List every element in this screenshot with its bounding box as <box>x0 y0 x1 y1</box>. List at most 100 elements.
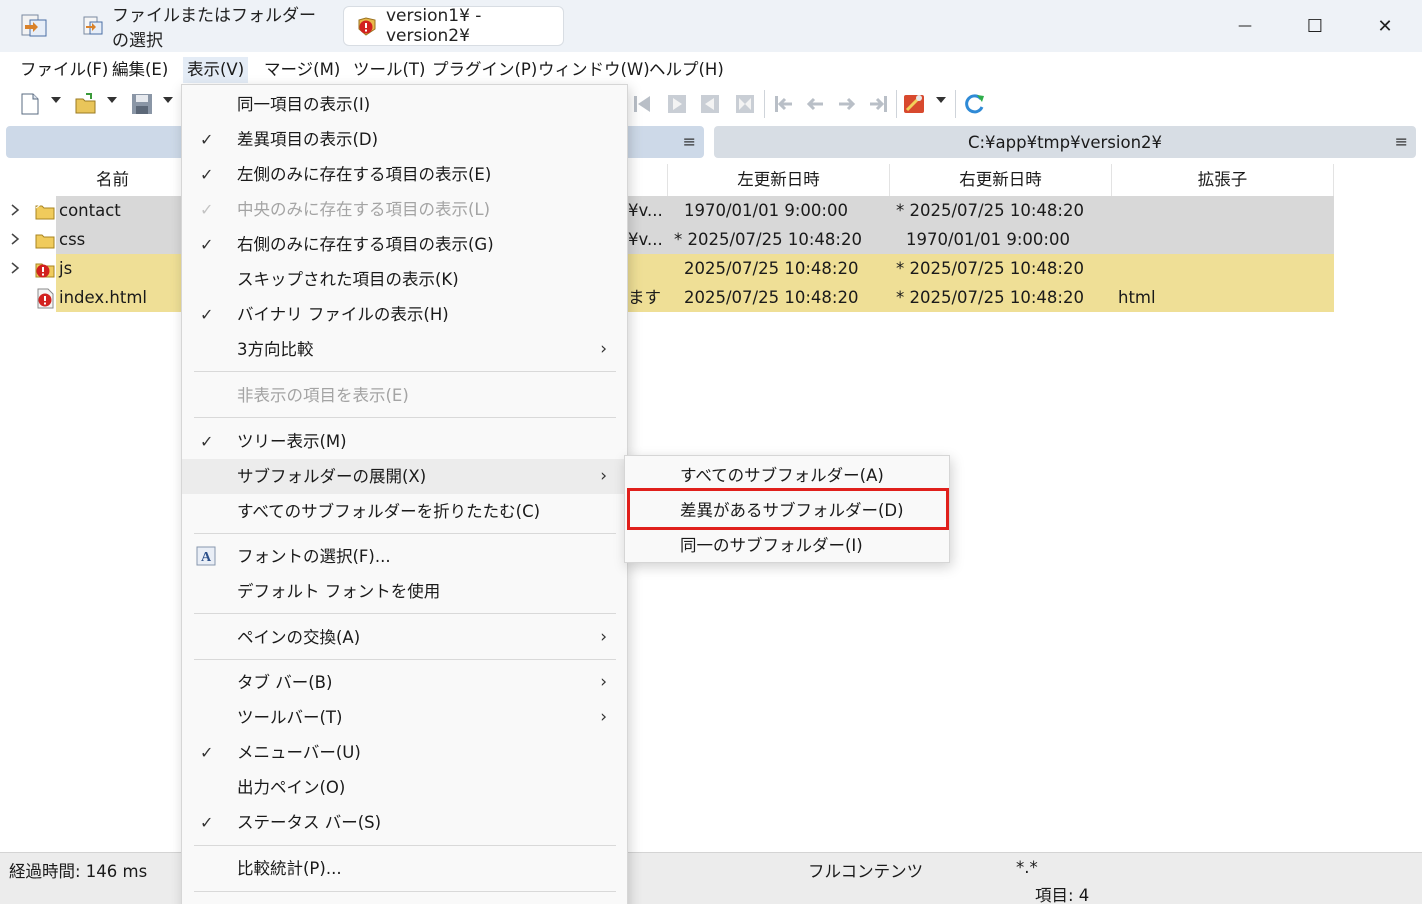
row-middle: ます <box>628 288 661 307</box>
menu-item-show-different[interactable]: ✓ 差異項目の表示(D) <box>182 122 627 157</box>
tab-select-files[interactable]: ファイルまたはフォルダーの選択 <box>70 6 332 51</box>
menu-item-label: 左側のみに存在する項目の表示(E) <box>237 165 492 184</box>
menu-item-label: 同一項目の表示(I) <box>237 95 371 114</box>
menu-item-label: 中央のみに存在する項目の表示(L) <box>237 200 491 219</box>
highlight-box <box>627 488 949 530</box>
svg-text:A: A <box>201 550 212 565</box>
menu-item-status-bar[interactable]: ✓ ステータス バー(S) <box>182 805 627 840</box>
title-bar: ファイルまたはフォルダーの選択 version1¥ - version2¥ — … <box>0 0 1422 52</box>
menu-item-toolbar[interactable]: ツールバー(T) › <box>182 700 627 735</box>
close-button[interactable]: ✕ <box>1351 0 1419 52</box>
menu-item-expand-subfolders[interactable]: サブフォルダーの展開(X) › <box>182 459 627 494</box>
menu-item-show-left-only[interactable]: ✓ 左側のみに存在する項目の表示(E) <box>182 157 627 192</box>
next-conflict-icon[interactable] <box>665 92 689 116</box>
menu-help[interactable]: ヘルプ(H) <box>645 57 728 83</box>
check-icon: ✓ <box>200 432 214 451</box>
menu-item-label: メニューバー(U) <box>237 743 361 762</box>
chevron-right-icon[interactable] <box>10 233 20 245</box>
submenu-item-identical-subfolders[interactable]: 同一のサブフォルダー(I) <box>625 528 949 563</box>
copy-right-all-icon[interactable] <box>866 92 890 116</box>
menu-item-label: タブ バー(B) <box>237 673 333 692</box>
chevron-right-icon: › <box>600 672 607 692</box>
new-dropdown-icon[interactable] <box>51 97 61 103</box>
row-middle: ¥v... <box>628 201 663 220</box>
menu-edit[interactable]: 編集(E) <box>108 57 172 83</box>
menu-item-label: 非表示の項目を表示(E) <box>237 386 409 405</box>
menu-item-swap-panes[interactable]: ペインの交換(A) › <box>182 620 627 655</box>
menu-item-label: すべてのサブフォルダーを折りたたむ(C) <box>237 502 541 521</box>
column-header-right-date[interactable]: 右更新日時 <box>890 164 1112 196</box>
menu-window[interactable]: ウィンドウ(W) <box>534 57 654 83</box>
open-dropdown-icon[interactable] <box>107 97 117 103</box>
copy-left-all-icon[interactable] <box>772 92 796 116</box>
menu-separator <box>194 613 616 614</box>
right-path-bar[interactable]: C:¥app¥tmp¥version2¥ ≡ <box>714 126 1416 158</box>
row-right-date: * 2025/07/25 10:48:20 <box>896 201 1084 220</box>
column-header-left-date[interactable]: 左更新日時 <box>668 164 890 196</box>
tab-label: version1¥ - version2¥ <box>386 6 482 46</box>
menu-item-label: ツールバー(T) <box>237 708 343 727</box>
menu-merge[interactable]: マージ(M) <box>260 57 344 83</box>
row-right-date: * 2025/07/25 10:48:20 <box>896 259 1084 278</box>
minimize-icon: — <box>1238 18 1252 34</box>
folder-diff-icon <box>35 263 55 278</box>
all-conflicts-icon[interactable] <box>733 92 757 116</box>
menu-item-label: 右側のみに存在する項目の表示(G) <box>237 235 494 254</box>
copy-right-icon[interactable] <box>835 92 859 116</box>
minimize-button[interactable]: — <box>1211 0 1279 52</box>
save-icon[interactable] <box>130 92 154 116</box>
toolbar-separator <box>896 90 897 118</box>
menu-item-show-binary[interactable]: ✓ バイナリ ファイルの表示(H) <box>182 297 627 332</box>
menu-view[interactable]: 表示(V) <box>183 57 249 83</box>
menu-file[interactable]: ファイル(F) <box>16 57 112 83</box>
tab-compare[interactable]: version1¥ - version2¥ <box>343 6 564 46</box>
prev-conflict-icon[interactable] <box>698 92 722 116</box>
new-file-icon[interactable] <box>18 92 42 116</box>
menu-item-show-skipped[interactable]: スキップされた項目の表示(K) <box>182 262 627 297</box>
chevron-right-icon[interactable] <box>10 262 20 274</box>
menu-item-output-pane[interactable]: 出力ペイン(O) <box>182 770 627 805</box>
chevron-right-icon: › <box>600 627 607 647</box>
menu-item-menu-bar[interactable]: ✓ メニューバー(U) <box>182 735 627 770</box>
menu-separator <box>194 371 616 372</box>
expand-subfolders-submenu: すべてのサブフォルダー(A) 差異があるサブフォルダー(D) 同一のサブフォルダ… <box>624 455 950 563</box>
options-dropdown-icon[interactable] <box>936 97 946 103</box>
row-left-date: * 2025/07/25 10:48:20 <box>674 230 862 249</box>
left-path-menu-icon[interactable]: ≡ <box>683 132 696 151</box>
menu-item-select-font[interactable]: A フォントの選択(F)... <box>182 539 627 574</box>
chevron-right-icon: › <box>600 339 607 359</box>
chevron-right-icon: › <box>600 466 607 486</box>
row-ext: html <box>1118 288 1156 307</box>
copy-left-icon[interactable] <box>803 92 827 116</box>
menu-separator <box>194 659 616 660</box>
menu-item-show-right-only[interactable]: ✓ 右側のみに存在する項目の表示(G) <box>182 227 627 262</box>
check-icon: ✓ <box>200 200 214 219</box>
right-path-menu-icon[interactable]: ≡ <box>1395 132 1408 151</box>
menu-item-default-font[interactable]: デフォルト フォントを使用 <box>182 574 627 609</box>
compare-method: フルコンテンツ <box>808 862 924 881</box>
first-diff-icon[interactable] <box>630 92 654 116</box>
row-right-date: * 2025/07/25 10:48:20 <box>896 288 1084 307</box>
menu-item-collapse-all[interactable]: すべてのサブフォルダーを折りたたむ(C) <box>182 494 627 529</box>
column-header-ext[interactable]: 拡張子 <box>1112 164 1334 196</box>
menu-item-label: デフォルト フォントを使用 <box>237 582 441 601</box>
save-dropdown-icon[interactable] <box>163 97 173 103</box>
menu-item-compare-stats[interactable]: 比較統計(P)... <box>182 851 627 886</box>
menu-item-tree-view[interactable]: ✓ ツリー表示(M) <box>182 424 627 459</box>
menu-item-three-way[interactable]: 3方向比較 › <box>182 332 627 367</box>
menu-item-show-identical[interactable]: 同一項目の表示(I) <box>182 87 627 122</box>
options-tools-icon[interactable] <box>902 92 926 116</box>
menu-item-tab-bar[interactable]: タブ バー(B) › <box>182 665 627 700</box>
row-name: contact <box>59 201 121 220</box>
column-header-partial[interactable] <box>628 164 668 196</box>
chevron-right-icon[interactable] <box>10 204 20 216</box>
winmerge-app-icon[interactable] <box>20 12 48 38</box>
open-folder-icon[interactable] <box>74 92 98 116</box>
row-right-date: 1970/01/01 9:00:00 <box>906 230 1070 249</box>
menu-tools[interactable]: ツール(T) <box>349 57 429 83</box>
row-name: js <box>59 259 73 278</box>
maximize-button[interactable]: ☐ <box>1281 0 1349 52</box>
menu-plugins[interactable]: プラグイン(P) <box>428 57 541 83</box>
submenu-item-label: 同一のサブフォルダー(I) <box>680 536 863 555</box>
refresh-icon[interactable] <box>963 92 987 116</box>
